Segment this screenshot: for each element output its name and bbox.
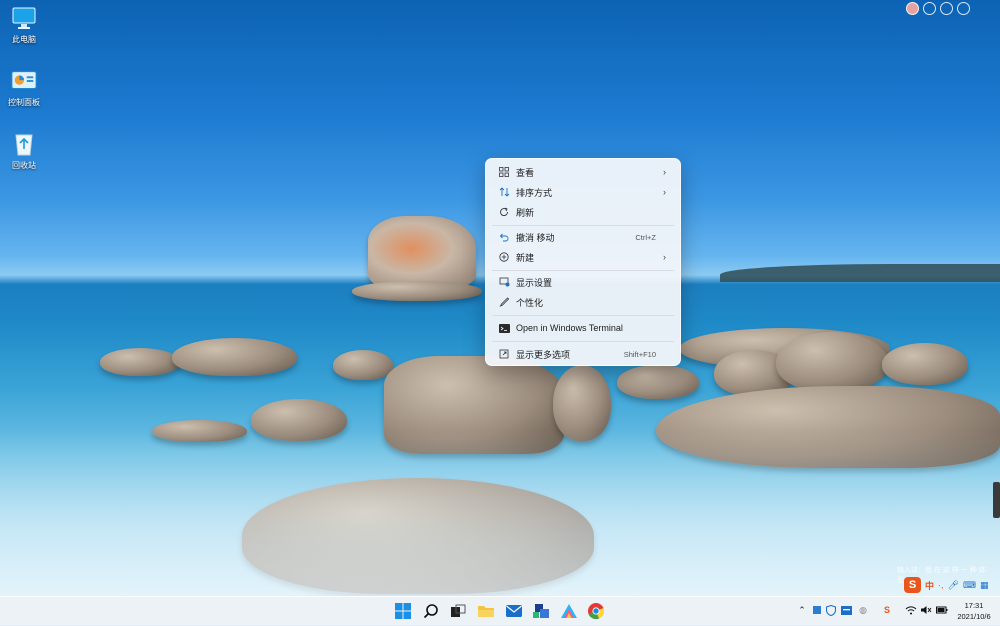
menu-item-label: 新建: [516, 252, 535, 263]
menu-item-label: 刷新: [516, 207, 535, 218]
menu-item-label: Open in Windows Terminal: [516, 323, 623, 333]
computer-icon: [11, 6, 37, 30]
distant-island: [720, 264, 1000, 282]
taskbar: ⌃ ◍ S 17:31 2021/10/6: [0, 596, 1000, 626]
sort-icon: [494, 185, 514, 199]
volume-icon[interactable]: [919, 603, 933, 617]
desktop-icon-label: 控制面板: [8, 98, 40, 107]
menu-separator: [492, 270, 674, 271]
chevron-right-icon: ›: [663, 187, 666, 197]
shortcut-text: Shift+F10: [623, 349, 656, 359]
menu-item-label: 显示设置: [516, 277, 553, 288]
menu-item-personalize[interactable]: 个性化: [490, 292, 676, 312]
chevron-right-icon: ›: [663, 167, 666, 177]
widget-circle-icon[interactable]: [940, 2, 953, 15]
defender-icon[interactable]: [824, 603, 838, 617]
widget-app-icon[interactable]: [906, 2, 919, 15]
ime-toolbar: S 中 ·, 🎤︎ ⌨︎ ▦: [904, 576, 1000, 594]
desktop-context-menu: 查看 › 排序方式 › 刷新 撤消 移动 Ctrl+Z 新建 › 显示设置 个性…: [485, 158, 681, 366]
menu-separator: [492, 225, 674, 226]
desktop-icon-label: 回收站: [12, 161, 36, 170]
app-tray-icon[interactable]: [810, 603, 824, 617]
menu-item-open-terminal[interactable]: Open in Windows Terminal: [490, 318, 676, 338]
display-settings-icon: [494, 275, 514, 289]
personalize-brush-icon: [494, 295, 514, 309]
menu-item-undo-move[interactable]: 撤消 移动 Ctrl+Z: [490, 227, 676, 247]
menu-item-label: 显示更多选项: [516, 349, 571, 360]
menu-item-label: 排序方式: [516, 187, 553, 198]
menu-item-label: 查看: [516, 167, 535, 178]
menu-separator: [492, 315, 674, 316]
mail-icon[interactable]: [504, 601, 524, 621]
menu-item-sort-by[interactable]: 排序方式 ›: [490, 182, 676, 202]
menu-item-label: 个性化: [516, 297, 544, 308]
desktop-icon-this-pc[interactable]: 此电脑: [4, 6, 44, 45]
chevron-right-icon: ›: [663, 252, 666, 262]
rock: [100, 348, 180, 376]
menu-item-refresh[interactable]: 刷新: [490, 202, 676, 222]
rock: [617, 365, 699, 399]
view-grid-icon: [494, 165, 514, 179]
undo-icon: [494, 230, 514, 244]
sogou-icon[interactable]: S: [880, 603, 894, 617]
mic-icon[interactable]: 🎤︎: [948, 580, 959, 591]
sogou-logo-icon[interactable]: S: [904, 577, 921, 593]
rock-formation: [368, 216, 476, 288]
photos-icon[interactable]: [559, 601, 579, 621]
ime-tray-icon[interactable]: [839, 603, 853, 617]
desktop-icon-label: 此电脑: [12, 35, 36, 44]
control-panel-icon: [11, 69, 37, 93]
recycle-bin-icon: [11, 132, 37, 156]
desktop-icon-control-panel[interactable]: 控制面板: [4, 69, 44, 108]
rock: [882, 343, 968, 385]
menu-item-display-settings[interactable]: 显示设置: [490, 272, 676, 292]
menu-separator: [492, 341, 674, 342]
menu-item-new[interactable]: 新建 ›: [490, 247, 676, 267]
terminal-icon: [494, 321, 514, 335]
rock: [172, 338, 297, 376]
store-icon[interactable]: [531, 601, 551, 621]
keyboard-icon[interactable]: ⌨︎: [963, 580, 976, 591]
wifi-icon[interactable]: [904, 603, 918, 617]
chrome-icon[interactable]: [586, 601, 606, 621]
rock: [776, 332, 888, 392]
weibo-icon[interactable]: [957, 2, 970, 15]
ime-menu-icon[interactable]: ▦: [980, 580, 989, 591]
ime-punct-toggle[interactable]: ·,: [938, 580, 944, 590]
more-options-icon: [494, 347, 514, 361]
menu-item-view[interactable]: 查看 ›: [490, 162, 676, 182]
desktop-icon-recycle-bin[interactable]: 回收站: [4, 132, 44, 171]
ime-lang-toggle[interactable]: 中: [925, 579, 934, 592]
rock: [333, 350, 393, 380]
battery-icon[interactable]: [935, 603, 949, 617]
side-panel-handle[interactable]: [993, 482, 1000, 518]
clock-time: 17:31: [964, 601, 984, 610]
floating-widget-icons: [906, 2, 970, 15]
menu-item-more-options[interactable]: 显示更多选项 Shift+F10: [490, 344, 676, 364]
start-icon[interactable]: [393, 601, 413, 621]
rock: [352, 281, 482, 301]
menu-item-label: 撤消 移动: [516, 232, 555, 243]
shortcut-text: Ctrl+Z: [635, 232, 656, 242]
chevron-up-icon[interactable]: ⌃: [795, 603, 809, 617]
widget-circle-icon[interactable]: [923, 2, 936, 15]
clock-date: 2021/10/6: [957, 612, 991, 621]
search-icon[interactable]: [421, 601, 441, 621]
file-explorer-icon[interactable]: [476, 601, 496, 621]
refresh-icon: [494, 205, 514, 219]
new-plus-icon: [494, 250, 514, 264]
taskbar-clock[interactable]: 17:31 2021/10/6: [954, 600, 994, 622]
pin-tray-icon[interactable]: ◍: [856, 603, 870, 617]
task-view-icon[interactable]: [448, 601, 468, 621]
